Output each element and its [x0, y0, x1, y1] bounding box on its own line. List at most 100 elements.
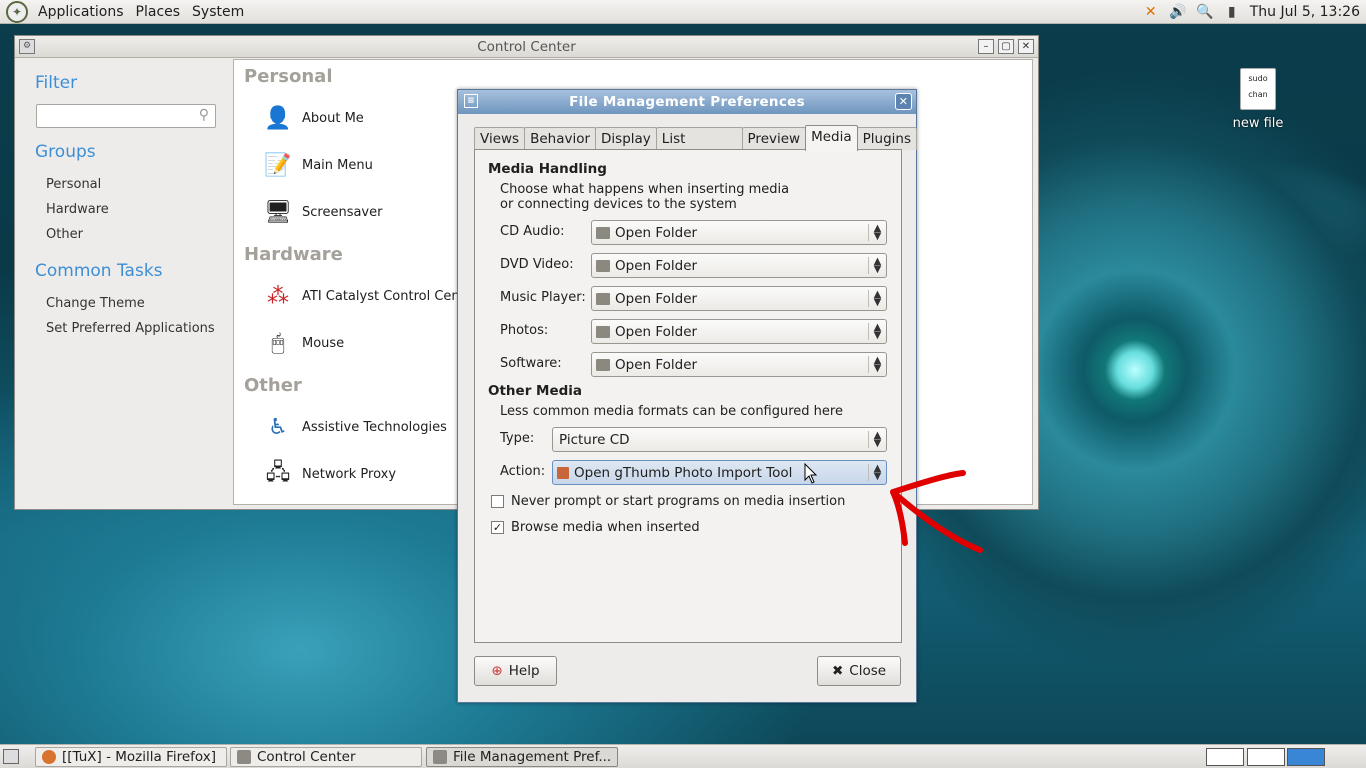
folder-icon [596, 358, 610, 371]
item-about-me[interactable]: 👤 About Me [262, 102, 364, 134]
molecule-icon: ⁂ [267, 283, 289, 309]
user-icon: 👤 [264, 105, 292, 131]
type-select[interactable]: Picture CD ▲ ▼ [552, 427, 887, 452]
search-icon[interactable]: 🔍 [1196, 3, 1214, 21]
tab-views[interactable]: Views [474, 127, 526, 150]
photos-select[interactable]: Open Folder ▲ ▼ [591, 319, 887, 344]
media-handling-description-1: Choose what happens when inserting media [500, 182, 790, 197]
music-player-select[interactable]: Open Folder ▲ ▼ [591, 286, 887, 311]
group-link-personal[interactable]: Personal [46, 177, 101, 192]
search-icon: ⚲ [198, 107, 209, 123]
text-file-icon: sudo chan [1240, 68, 1276, 110]
desktop-file-label: new file [1232, 116, 1284, 131]
tab-behavior[interactable]: Behavior [524, 127, 597, 150]
battery-icon[interactable]: ▮ [1223, 3, 1241, 21]
clock[interactable]: Thu Jul 5, 13:26 [1250, 4, 1360, 20]
task-file-management-prefs[interactable]: File Management Pref... [426, 747, 618, 767]
preferences-icon [433, 750, 447, 764]
tab-media[interactable]: Media [805, 125, 858, 151]
media-tab-panel: Media Handling Choose what happens when … [474, 149, 902, 643]
chevron-updown-icon: ▲ ▼ [868, 356, 886, 374]
accessibility-icon: ♿ [268, 414, 288, 440]
bottom-taskbar: [[TuX] - Mozilla Firefox] Control Center… [0, 744, 1366, 768]
file-management-preferences-dialog: ≡ File Management Preferences ✕ Views Be… [457, 89, 917, 703]
item-network-proxy[interactable]: 🖧 Network Proxy [262, 458, 396, 490]
gthumb-icon [557, 466, 569, 479]
photos-label: Photos: [500, 323, 549, 338]
software-label: Software: [500, 356, 562, 371]
help-button[interactable]: ⊕ Help [474, 656, 557, 686]
chevron-updown-icon: ▲ ▼ [868, 290, 886, 308]
groups-heading: Groups [35, 142, 96, 162]
workspace-2[interactable] [1247, 748, 1285, 766]
menu-applications[interactable]: Applications [32, 4, 130, 20]
top-panel: ✦ Applications Places System ✕ 🔊 🔍 ▮ Thu… [0, 0, 1366, 24]
workspace-3-active[interactable] [1287, 748, 1325, 766]
item-mouse[interactable]: 🖱 Mouse [262, 327, 344, 359]
action-select[interactable]: Open gThumb Photo Import Tool ▲ ▼ [552, 460, 887, 485]
software-select[interactable]: Open Folder ▲ ▼ [591, 352, 887, 377]
control-center-titlebar[interactable]: ⚙ Control Center – ▢ ✕ [15, 36, 1038, 58]
window-menu-icon[interactable]: ⚙ [19, 39, 35, 54]
system-tray: ✕ 🔊 🔍 ▮ Thu Jul 5, 13:26 [1142, 0, 1366, 24]
folder-icon [596, 259, 610, 272]
music-player-label: Music Player: [500, 290, 586, 305]
dvd-video-label: DVD Video: [500, 257, 574, 272]
task-control-center[interactable]: Control Center [230, 747, 422, 767]
menu-system[interactable]: System [186, 4, 250, 20]
filter-input[interactable]: ⚲ [36, 104, 216, 128]
menu-places[interactable]: Places [130, 4, 187, 20]
action-label: Action: [500, 464, 546, 479]
section-heading-other: Other [244, 375, 302, 396]
type-label: Type: [500, 431, 535, 446]
monitor-icon: 🖥 [264, 199, 292, 225]
chevron-updown-icon: ▲ ▼ [868, 257, 886, 275]
mouse-icon: 🖱 [271, 330, 285, 356]
distro-logo-icon[interactable]: ✦ [6, 0, 28, 23]
section-heading-hardware: Hardware [244, 244, 343, 265]
dialog-titlebar[interactable]: ≡ File Management Preferences ✕ [458, 90, 916, 114]
item-assistive-technologies[interactable]: ♿ Assistive Technologies [262, 411, 447, 443]
group-link-hardware[interactable]: Hardware [46, 202, 109, 217]
section-heading-personal: Personal [244, 66, 333, 87]
checkbox-checked-icon: ✓ [491, 521, 504, 534]
menu-editor-icon: 📝 [264, 152, 292, 178]
cd-audio-label: CD Audio: [500, 224, 565, 239]
common-tasks-heading: Common Tasks [35, 261, 163, 281]
dvd-video-select[interactable]: Open Folder ▲ ▼ [591, 253, 887, 278]
tab-list-columns[interactable]: List Columns [655, 127, 743, 169]
close-button[interactable]: ✕ [1018, 39, 1034, 54]
tab-preview[interactable]: Preview [741, 127, 807, 150]
never-prompt-checkbox[interactable]: Never prompt or start programs on media … [491, 494, 845, 509]
group-link-other[interactable]: Other [46, 227, 83, 242]
firefox-icon [42, 750, 56, 764]
dialog-title: File Management Preferences [569, 94, 805, 110]
item-main-menu[interactable]: 📝 Main Menu [262, 149, 373, 181]
folder-icon [596, 292, 610, 305]
close-dialog-button[interactable]: ✖ Close [817, 656, 901, 686]
network-disconnected-icon[interactable]: ✕ [1142, 3, 1160, 21]
item-screensaver[interactable]: 🖥 Screensaver [262, 196, 382, 228]
task-firefox[interactable]: [[TuX] - Mozilla Firefox] [35, 747, 227, 767]
help-icon: ⊕ [491, 663, 503, 679]
annotation-arrow [890, 470, 983, 553]
maximize-button[interactable]: ▢ [998, 39, 1014, 54]
tab-bar: Views Behavior Display List Columns Prev… [474, 125, 917, 169]
workspace-1[interactable] [1206, 748, 1244, 766]
tab-display[interactable]: Display [595, 127, 657, 150]
show-desktop-icon[interactable] [3, 749, 19, 764]
cd-audio-select[interactable]: Open Folder ▲ ▼ [591, 220, 887, 245]
task-change-theme[interactable]: Change Theme [46, 296, 145, 311]
tab-plugins[interactable]: Plugins [856, 127, 917, 150]
desktop-file-new-file[interactable]: sudo chan new file [1222, 68, 1294, 131]
volume-icon[interactable]: 🔊 [1169, 3, 1187, 21]
minimize-button[interactable]: – [978, 39, 994, 54]
window-menu-icon[interactable]: ≡ [464, 94, 478, 108]
control-center-sidebar: Filter ⚲ Groups Personal Hardware Other … [15, 59, 233, 509]
item-ati-catalyst[interactable]: ⁂ ATI Catalyst Control Cent [262, 280, 465, 312]
task-set-preferred-applications[interactable]: Set Preferred Applications [46, 321, 215, 336]
chevron-updown-icon: ▲ ▼ [868, 323, 886, 341]
chevron-updown-icon: ▲ ▼ [868, 464, 886, 482]
close-icon[interactable]: ✕ [895, 93, 912, 110]
browse-media-checkbox[interactable]: ✓ Browse media when inserted [491, 520, 700, 535]
